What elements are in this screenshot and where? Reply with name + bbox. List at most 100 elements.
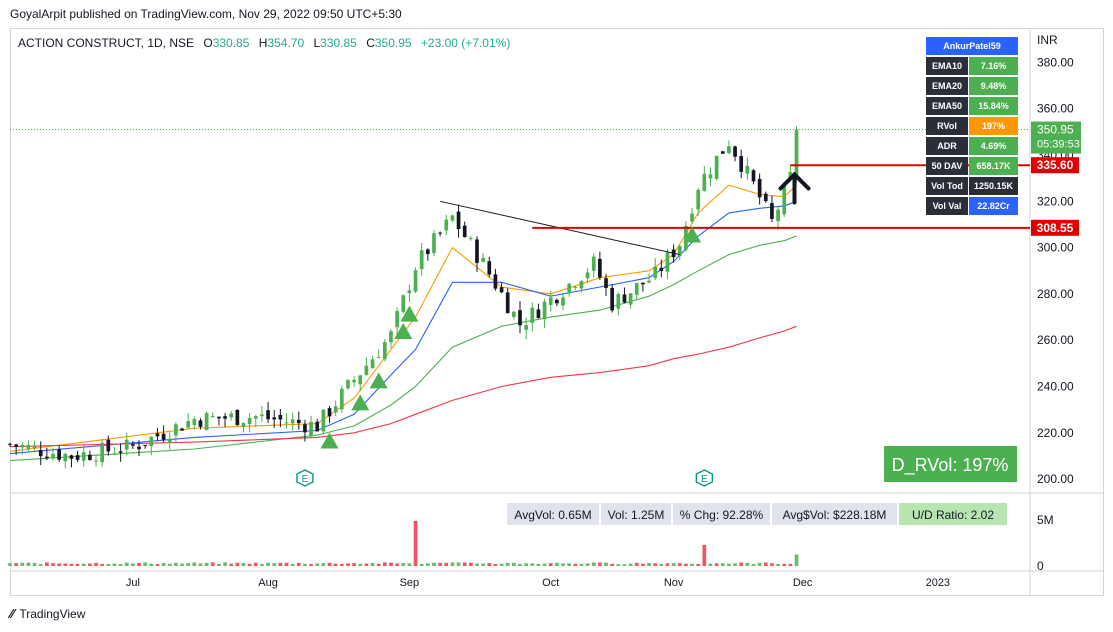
- candle-body: [32, 445, 37, 449]
- stats-row-value: 4.69%: [969, 137, 1018, 155]
- volume-bar: [610, 563, 615, 566]
- candle-body: [376, 357, 381, 359]
- candle-body: [339, 388, 344, 410]
- volume-bar: [198, 563, 203, 566]
- candle-body: [622, 294, 627, 303]
- volume-bar: [604, 562, 608, 566]
- y-tick-label: 220.00: [1037, 426, 1074, 440]
- candle-body: [131, 444, 135, 446]
- candle-body: [475, 239, 479, 263]
- volume-bar: [370, 562, 375, 566]
- candle-body: [235, 409, 240, 426]
- volume-bar: [727, 563, 731, 566]
- volume-bar: [598, 562, 602, 566]
- stats-table: AnkurPatel59 EMA10 7.16% EMA20 9.48% EMA50 15…: [926, 37, 1018, 217]
- candle-body: [260, 414, 264, 417]
- tradingview-logo-icon[interactable]: ⁄⁄: [10, 606, 14, 621]
- candle-body: [186, 421, 191, 428]
- candle-body: [81, 452, 86, 461]
- stats-row: EMA10 7.16%: [926, 57, 1018, 75]
- stats-row-value: 9.48%: [969, 77, 1018, 95]
- volume-bar: [548, 563, 553, 566]
- stats-row: Vol Val 22.82Cr: [926, 197, 1018, 215]
- volume-bar: [757, 562, 762, 566]
- candle-body: [591, 256, 596, 271]
- candle-body: [192, 419, 197, 426]
- candle-body: [100, 442, 105, 463]
- volume-bar: [628, 563, 633, 566]
- volume-stat-label: % Chg: 92.28%: [680, 508, 764, 522]
- x-tick-label: Sep: [400, 577, 420, 589]
- volume-bar: [733, 563, 737, 566]
- volume-bar: [591, 562, 596, 566]
- volume-bar: [555, 562, 559, 566]
- footer-brand[interactable]: TradingView: [19, 607, 85, 621]
- candle-body: [253, 416, 258, 419]
- stats-row-label: EMA50: [926, 97, 968, 115]
- volume-bar: [776, 563, 780, 566]
- candle-body: [505, 292, 510, 314]
- candle-body: [647, 280, 651, 283]
- volume-bar: [413, 520, 418, 566]
- volume-bar: [88, 563, 92, 566]
- volume-bar: [419, 563, 424, 566]
- stats-row: 50 DAV 658.17K: [926, 157, 1018, 175]
- volume-bar: [352, 563, 356, 566]
- candle-body: [542, 301, 547, 320]
- candle-body: [598, 258, 602, 278]
- volume-bar: [499, 563, 504, 566]
- volume-bar: [714, 563, 719, 566]
- currency-label: INR: [1037, 33, 1058, 47]
- volume-bar: [475, 563, 479, 566]
- candle-body: [487, 261, 492, 275]
- y-tick-label: 300.00: [1037, 241, 1074, 255]
- candle-body: [303, 424, 307, 433]
- candle-body: [8, 443, 12, 445]
- candle-body: [456, 211, 461, 230]
- candle-body: [38, 449, 43, 457]
- volume-bar: [296, 562, 301, 566]
- candle-body: [118, 451, 123, 453]
- candle-body: [653, 266, 658, 278]
- x-tick-label: Nov: [664, 577, 684, 589]
- candle-body: [358, 375, 363, 385]
- candle-body: [155, 433, 160, 437]
- y-tick-label: 280.00: [1037, 287, 1074, 301]
- candle-body: [462, 225, 467, 237]
- volume-stat-label: AvgVol: 0.65M: [514, 508, 591, 522]
- candle-body: [782, 184, 787, 215]
- stats-row-value: 15.84%: [969, 97, 1018, 115]
- volume-bar: [665, 563, 670, 566]
- candle-body: [241, 422, 246, 427]
- volume-bar: [462, 562, 467, 566]
- volume-bar: [131, 563, 135, 566]
- volume-bar: [530, 563, 535, 566]
- candle-body: [530, 307, 535, 323]
- volume-bar: [303, 563, 307, 566]
- candle-body: [450, 215, 455, 221]
- volume-bar: [229, 563, 234, 566]
- stats-row-value: 197%: [969, 117, 1018, 135]
- volume-bar: [137, 562, 141, 566]
- ema-line: [9, 325, 797, 448]
- candle-body: [573, 286, 578, 288]
- stats-row: ADR 4.69%: [926, 137, 1018, 155]
- stats-row-label: ADR: [926, 137, 968, 155]
- volume-bar: [647, 563, 651, 566]
- y-tick-label: 200.00: [1037, 472, 1074, 486]
- volume-bar: [763, 562, 768, 566]
- x-tick-label: 2023: [926, 577, 950, 589]
- volume-bar: [346, 563, 350, 566]
- candle-body: [419, 250, 424, 270]
- stats-row-value: 1250.15K: [969, 177, 1018, 195]
- volume-bar: [542, 563, 547, 566]
- candle-body: [124, 439, 129, 450]
- candle-body: [585, 272, 590, 279]
- candle-body: [616, 294, 621, 309]
- footer: ⁄⁄ TradingView: [10, 606, 85, 621]
- candle-body: [512, 311, 516, 317]
- volume-bar: [75, 563, 80, 566]
- volume-stat-label: U/D Ratio: 2.02: [912, 508, 994, 522]
- candle-body: [628, 293, 633, 305]
- volume-bar: [266, 562, 270, 566]
